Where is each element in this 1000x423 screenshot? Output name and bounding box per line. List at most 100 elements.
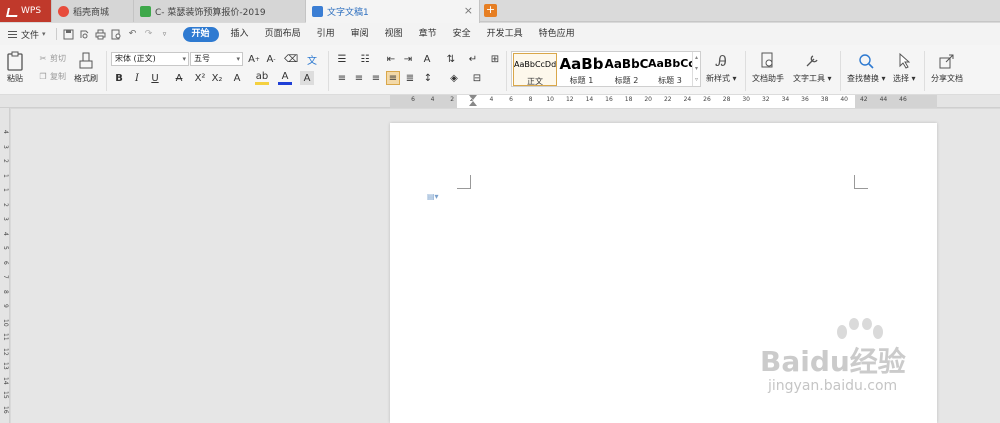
align-center-icon[interactable]: ≡ <box>352 71 366 85</box>
distribute-icon[interactable]: ≣ <box>403 71 417 85</box>
redo-icon[interactable]: ↷ <box>141 26 157 42</box>
font-size-value: 五号 <box>194 54 210 63</box>
ruler-tick-label: 44 <box>879 96 888 103</box>
export-pdf-icon[interactable] <box>77 26 93 42</box>
clear-formatting-icon[interactable]: ⌫ <box>284 52 298 66</box>
tab-home[interactable]: 开始 <box>182 26 219 42</box>
align-right-icon[interactable]: ≡ <box>369 71 383 85</box>
shrink-font-icon[interactable]: A- <box>264 52 278 66</box>
ruler-tick-label: 16 <box>605 96 613 103</box>
table-borders-icon[interactable]: ⊞ <box>488 52 502 66</box>
spreadsheet-icon <box>140 5 151 17</box>
indent-marker-icon[interactable] <box>469 95 477 107</box>
justify-icon[interactable]: ≡ <box>386 71 400 85</box>
file-menu[interactable]: 文件 ▾ <box>0 28 52 41</box>
new-tab-button[interactable]: + <box>484 4 497 17</box>
underline-icon[interactable]: U <box>148 71 162 85</box>
ruler-tick-label: 13 <box>2 362 9 370</box>
find-replace-button[interactable]: 查找替换 ▾ <box>847 51 886 84</box>
style-preview: AaBb <box>559 55 604 73</box>
numbered-list-icon[interactable]: ☷ <box>358 52 372 66</box>
paste-button[interactable]: 粘贴 <box>5 51 25 84</box>
font-size-select[interactable]: 五号 ▾ <box>190 52 243 66</box>
tab-docer-store[interactable]: 稻壳商城 <box>52 0 134 22</box>
doc-assistant-button[interactable]: 文档助手 <box>752 51 784 84</box>
bold-icon[interactable]: B <box>112 71 126 85</box>
shading-icon[interactable]: ◈ <box>447 71 461 85</box>
style-heading-1[interactable]: AaBb 标题 1 <box>559 53 604 86</box>
document-icon <box>312 6 323 17</box>
text-tools-button[interactable]: 文字工具 ▾ <box>793 51 832 84</box>
style-heading-3[interactable]: AaBbCc 标题 3 <box>648 53 692 86</box>
tab-section[interactable]: 章节 <box>411 23 445 45</box>
ruler-tick-label: 36 <box>801 96 809 103</box>
ruler-tick-label: 4 <box>489 96 494 103</box>
tab-view[interactable]: 视图 <box>377 23 411 45</box>
bullet-list-icon[interactable]: ☰ <box>335 52 349 66</box>
watermark-brand: Baidu经验 <box>760 345 906 378</box>
borders-icon[interactable]: ⊟ <box>470 71 484 85</box>
tab-wps-home[interactable]: WPS <box>0 0 52 22</box>
chinese-layout-icon[interactable]: A <box>420 52 434 66</box>
tab-references[interactable]: 引用 <box>309 23 343 45</box>
tab-review[interactable]: 审阅 <box>343 23 377 45</box>
divider <box>840 51 841 91</box>
tab-special-features[interactable]: 特色应用 <box>531 23 583 45</box>
new-style-button[interactable]: Ꭿ 新样式 ▾ <box>706 51 737 84</box>
ruler-tick-label: 4 <box>2 231 9 236</box>
text-effects-icon[interactable]: A <box>230 71 244 85</box>
tab-document-active[interactable]: 文字文稿1 × <box>306 0 480 23</box>
italic-icon[interactable]: I <box>130 71 144 85</box>
font-color-icon[interactable]: A <box>278 71 292 85</box>
ruler-tick-label: 14 <box>585 96 594 103</box>
copy-button[interactable]: ❐ 复制 <box>38 71 66 82</box>
print-icon[interactable] <box>93 26 109 42</box>
style-label: 正文 <box>527 77 543 86</box>
font-name-select[interactable]: 宋体 (正文) ▾ <box>111 52 189 66</box>
character-shading-icon[interactable]: A <box>300 71 314 85</box>
magnifier-icon <box>856 51 876 71</box>
format-painter-button[interactable]: 格式刷 <box>74 51 98 84</box>
show-marks-icon[interactable]: ↵ <box>466 52 480 66</box>
tab-developer[interactable]: 开发工具 <box>479 23 531 45</box>
ruler-tick-label: 6 <box>411 96 415 103</box>
highlight-icon[interactable]: ab <box>255 71 269 85</box>
phonetic-guide-icon[interactable]: 文 <box>305 52 319 67</box>
share-document-button[interactable]: 分享文档 <box>931 51 963 84</box>
undo-icon[interactable]: ↶ <box>125 26 141 42</box>
vertical-ruler[interactable]: 4 3 2 1 1 2 3 4 5 6 7 8 9 10 11 12 13 14 15 16 <box>0 108 10 423</box>
chevron-down-icon: ▾ <box>236 55 240 63</box>
paragraph-options-icon[interactable]: ▤▾ <box>427 192 440 201</box>
save-icon[interactable] <box>61 26 77 42</box>
decrease-indent-icon[interactable]: ⇤ <box>384 52 398 66</box>
line-spacing-icon[interactable]: ↕ <box>421 71 435 85</box>
styles-scroll[interactable]: ▴ ▾ ▿ <box>692 52 700 86</box>
tab-security[interactable]: 安全 <box>445 23 479 45</box>
ruler-tick-label: 20 <box>644 96 653 103</box>
grow-font-icon[interactable]: A + <box>247 52 261 66</box>
ruler-tick-label: 12 <box>565 96 574 103</box>
customize-toolbar-icon[interactable]: ▿ <box>157 26 173 42</box>
style-heading-2[interactable]: AaBbC 标题 2 <box>604 53 649 86</box>
align-left-icon[interactable]: ≡ <box>335 71 349 85</box>
margin-corner-top-right <box>854 175 868 189</box>
strikethrough-icon[interactable]: A <box>172 71 186 85</box>
close-tab-icon[interactable]: × <box>464 4 473 17</box>
cut-button[interactable]: ✂ 剪切 <box>38 53 66 64</box>
superscript-icon[interactable]: X² <box>193 71 207 85</box>
style-label: 标题 1 <box>569 76 594 85</box>
subscript-icon[interactable]: X₂ <box>210 71 224 85</box>
horizontal-ruler[interactable]: 6 4 2 2 4 6 8 10 12 14 16 18 20 22 24 26 28 30 32 34 36 38 40 4… <box>0 95 1000 108</box>
ruler-tick-label: 10 <box>546 96 555 103</box>
sort-icon[interactable]: ⇅ <box>444 52 458 66</box>
tab-label: C- 菜瑟装饰预算报价-2019 <box>155 7 266 18</box>
increase-indent-icon[interactable]: ⇥ <box>401 52 415 66</box>
tab-insert[interactable]: 插入 <box>223 23 257 45</box>
select-button[interactable]: 选择 ▾ <box>893 51 916 84</box>
style-normal[interactable]: AaBbCcDd 正文 <box>513 53 557 86</box>
ruler-tick-label: 16 <box>2 405 9 414</box>
tab-spreadsheet[interactable]: C- 菜瑟装饰预算报价-2019 <box>134 0 306 22</box>
tab-page-layout[interactable]: 页面布局 <box>257 23 309 45</box>
divider <box>106 51 107 91</box>
print-preview-icon[interactable] <box>109 26 125 42</box>
